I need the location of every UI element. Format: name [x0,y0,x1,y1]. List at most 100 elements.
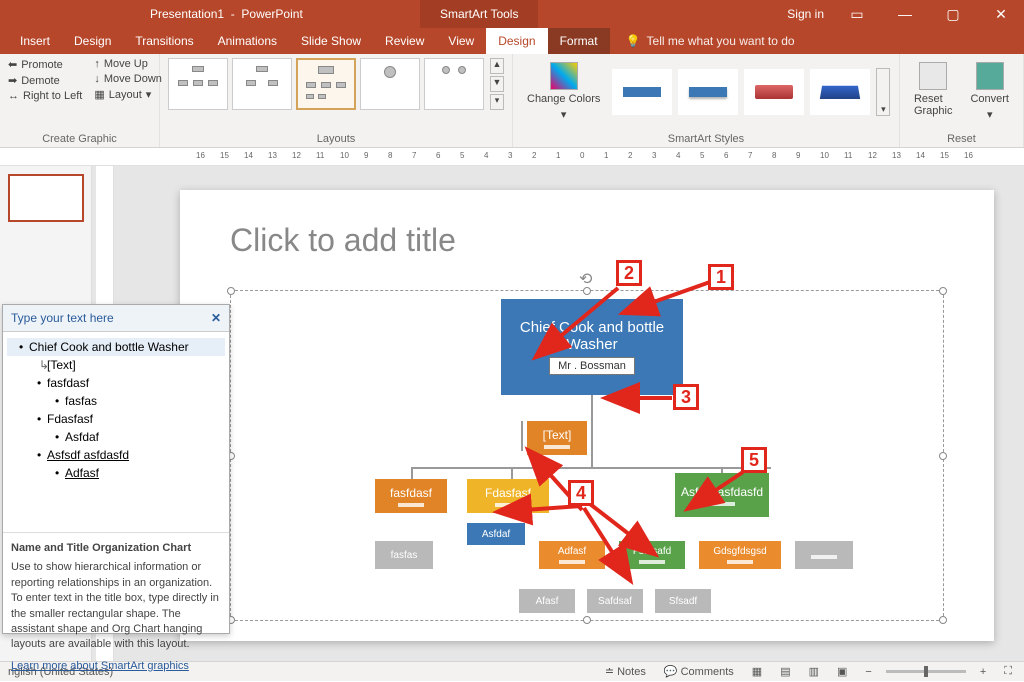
app-name: PowerPoint [241,7,302,21]
ribbon-tabs: Insert Design Transitions Animations Sli… [0,28,1024,54]
org-node[interactable]: Afasf [519,589,575,613]
titlebar: Presentation1 - PowerPoint SmartArt Tool… [0,0,1024,28]
view-sorter-icon[interactable]: ▤ [776,665,794,678]
zoom-in-button[interactable]: + [976,666,990,678]
moveup-button[interactable]: ↑Move Up [94,58,162,70]
ribbon: ⬅Promote ➡Demote ↔Right to Left ↑Move Up… [0,54,1024,148]
tab-smartart-format[interactable]: Format [548,28,610,54]
view-slideshow-icon[interactable]: ▣ [833,665,851,678]
group-styles: SmartArt Styles [521,131,891,145]
text-pane-header: Type your text here ✕ [3,305,229,332]
change-colors-button[interactable]: Change Colors ▾ [521,58,606,125]
org-node[interactable]: Asfdaf [467,523,525,545]
signin-link[interactable]: Sign in [787,7,824,21]
text-pane-item[interactable]: fasfdasf [7,374,225,392]
text-pane-item[interactable]: Adfasf [7,464,225,482]
notes-button[interactable]: ≐ Notes [601,665,650,678]
org-chart: Chief Cook and bottle Washer Mr . Bossma… [231,291,943,620]
layouts-scroll-down[interactable]: ▼ [490,76,504,92]
text-pane-item[interactable]: Fdasfasf [7,410,225,428]
layout-icon: ▦ [94,88,104,101]
doc-title: Presentation1 [150,7,224,21]
layouts-more[interactable]: ▾ [490,94,504,110]
ribbon-options-icon[interactable]: ▭ [842,6,872,23]
org-node[interactable]: Safdsaf [587,589,643,613]
restore-icon[interactable]: ▢ [938,6,968,23]
learn-more-link[interactable]: Learn more about SmartArt graphics [11,659,189,674]
text-pane-item[interactable]: Asfdaf [7,428,225,446]
slide-canvas[interactable]: Click to add title ⟲ Chief Cook a [180,190,994,641]
down-icon: ↓ [94,73,100,85]
tab-slideshow[interactable]: Slide Show [289,28,373,54]
org-node[interactable]: Gdsgfdsgsd [699,541,781,569]
text-pane-item[interactable]: [Text] [7,356,225,374]
demote-button[interactable]: ➡Demote [8,74,82,87]
org-node[interactable]: Asfsdf asfdasfd [675,473,769,517]
convert-button[interactable]: Convert ▾ [964,58,1015,125]
layout-option-4[interactable] [360,58,420,110]
movedown-button[interactable]: ↓Move Down [94,73,162,85]
view-reading-icon[interactable]: ▥ [805,665,823,678]
demote-icon: ➡ [8,74,17,87]
reset-icon [919,62,947,90]
text-pane-list[interactable]: Chief Cook and bottle Washer [Text] fasf… [3,332,229,532]
org-node[interactable]: Sfsadf [655,589,711,613]
colors-icon [550,62,578,90]
org-node[interactable]: Fdasfasf [467,479,549,513]
tab-view[interactable]: View [436,28,486,54]
annotation-1: 1 [708,264,734,290]
title-placeholder[interactable]: Click to add title [230,210,944,270]
org-root[interactable]: Chief Cook and bottle Washer Mr . Bossma… [501,299,683,395]
text-pane-item[interactable]: fasfas [7,392,225,410]
tell-me[interactable]: 💡Tell me what you want to do [626,34,795,48]
text-pane-item[interactable]: Asfsdf asfdasfd [7,446,225,464]
style-3[interactable] [744,69,804,115]
org-root-name[interactable]: Mr . Bossman [549,357,635,375]
slide-thumbnail-1[interactable] [8,174,84,222]
tab-review[interactable]: Review [373,28,436,54]
org-node[interactable]: fasfas [375,541,433,569]
style-1[interactable] [612,69,672,115]
minimize-icon[interactable]: — [890,6,920,22]
text-pane[interactable]: Type your text here ✕ Chief Cook and bot… [2,304,230,634]
comments-button[interactable]: 💬 Comments [660,665,738,678]
style-4[interactable] [810,69,870,115]
annotation-2: 2 [616,260,642,286]
view-normal-icon[interactable]: ▦ [748,665,766,678]
style-2[interactable] [678,69,738,115]
up-icon: ↑ [94,58,100,70]
tab-transitions[interactable]: Transitions [123,28,205,54]
layout-option-5[interactable] [424,58,484,110]
text-pane-description: Name and Title Organization Chart Use to… [3,532,229,682]
layout-description: Use to show hierarchical information or … [11,561,219,650]
org-node[interactable]: fasfdasf [375,479,447,513]
zoom-slider[interactable] [886,670,966,673]
layout-option-3-selected[interactable] [296,58,356,110]
org-assistant[interactable]: [Text] [527,421,587,455]
layout-button[interactable]: ▦Layout ▾ [94,88,162,101]
org-root-title: Chief Cook and bottle Washer [505,319,679,353]
rotate-handle-icon[interactable]: ⟲ [579,269,595,285]
promote-button[interactable]: ⬅Promote [8,58,82,71]
text-pane-close-icon[interactable]: ✕ [211,311,221,325]
layout-option-1[interactable] [168,58,228,110]
text-pane-title: Type your text here [11,311,114,325]
rtl-button[interactable]: ↔Right to Left [8,90,82,102]
org-node[interactable]: Adfasf [539,541,605,569]
close-icon[interactable]: ✕ [986,6,1016,23]
org-node[interactable] [795,541,853,569]
tab-design[interactable]: Design [62,28,123,54]
bulb-icon: 💡 [626,34,641,48]
layouts-scroll-up[interactable]: ▲ [490,58,504,74]
layout-option-2[interactable] [232,58,292,110]
tab-smartart-design[interactable]: Design [486,28,547,54]
styles-more[interactable]: ▾ [876,68,890,116]
zoom-out-button[interactable]: − [861,666,875,678]
tab-animations[interactable]: Animations [206,28,289,54]
reset-graphic-button[interactable]: Reset Graphic [908,58,959,125]
org-node[interactable]: Fsafsafd [619,541,685,569]
tab-insert[interactable]: Insert [8,28,62,54]
smartart-container[interactable]: ⟲ Chief Cook and bottle Washer Mr [230,290,944,621]
text-pane-item[interactable]: Chief Cook and bottle Washer [7,338,225,356]
fit-to-window-icon[interactable]: ⛶ [1000,665,1016,678]
